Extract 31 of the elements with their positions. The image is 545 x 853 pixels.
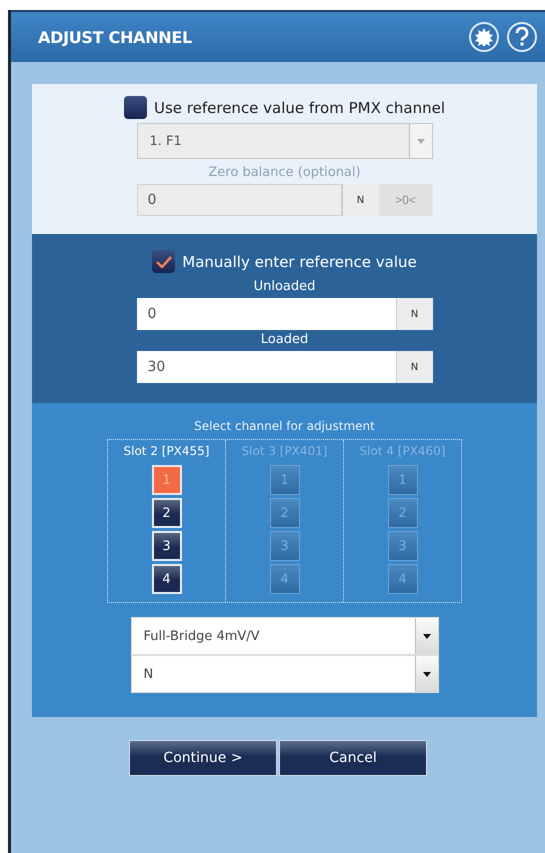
- help-button[interactable]: [507, 22, 537, 52]
- field-label: Unloaded: [254, 279, 316, 294]
- field-label: Zero balance (optional): [208, 165, 361, 180]
- unit-label: N: [396, 298, 432, 330]
- continue-button[interactable]: Continue >: [129, 740, 277, 776]
- help-icon: [515, 27, 529, 47]
- checkbox[interactable]: [152, 250, 176, 273]
- dropdown-arrow-icon: [422, 672, 430, 676]
- dropdown-arrow-icon: [416, 138, 424, 144]
- window-title: ADJUST CHANNEL: [38, 28, 193, 46]
- checkbox-label: Manually enter reference value: [182, 252, 417, 270]
- channel-button[interactable]: 3: [152, 531, 182, 561]
- dropdown-arrow-icon: [422, 634, 430, 638]
- settings-button[interactable]: [469, 22, 499, 52]
- checkmark-icon: [156, 256, 172, 268]
- unit-label: N: [342, 184, 378, 216]
- channel-button[interactable]: 4: [152, 564, 182, 594]
- value-field[interactable]: 30: [136, 351, 396, 383]
- burst-icon: [475, 28, 493, 46]
- value-field[interactable]: 0: [136, 298, 396, 330]
- dropdown[interactable]: N: [130, 655, 438, 693]
- section-title: Select channel for adjustment: [194, 419, 375, 433]
- field-label: Loaded: [260, 332, 308, 347]
- channel-button[interactable]: 2: [152, 498, 182, 528]
- slot-label: Slot 3 [PX401]: [242, 444, 328, 458]
- cancel-button[interactable]: Cancel: [279, 740, 427, 776]
- slot-label: Slot 4 [PX460]: [360, 444, 446, 458]
- dropdown[interactable]: Full-Bridge 4mV/V: [130, 617, 438, 655]
- unit-label: N: [396, 351, 432, 383]
- checkbox-label: Use reference value from PMX channel: [154, 98, 445, 116]
- slot-label: Slot 2 [PX455]: [124, 444, 210, 458]
